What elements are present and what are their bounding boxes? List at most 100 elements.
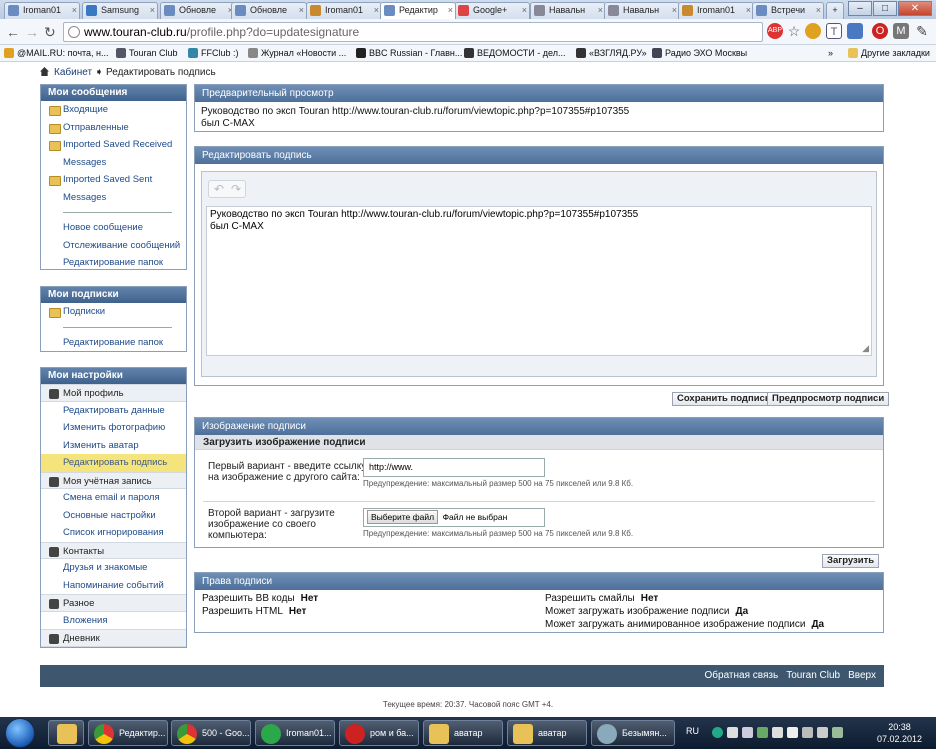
network-icon[interactable] bbox=[772, 727, 783, 738]
browser-tab[interactable]: Обновле× bbox=[231, 2, 307, 19]
browser-tab[interactable]: Обновле× bbox=[160, 2, 236, 19]
taskbar-item[interactable]: ром и ба... bbox=[339, 720, 419, 746]
taskbar-item[interactable]: Безымян... bbox=[591, 720, 675, 746]
taskbar-item[interactable]: 500 - Goo... bbox=[171, 720, 251, 746]
sidebar-item-sent[interactable]: Отправленные bbox=[41, 119, 186, 137]
redo-icon[interactable]: ↷ bbox=[231, 182, 241, 196]
close-icon[interactable]: × bbox=[299, 3, 304, 18]
breadcrumb-link[interactable]: Кабинет bbox=[54, 67, 92, 78]
taskbar-pinned-explorer[interactable] bbox=[48, 720, 84, 746]
close-icon[interactable]: × bbox=[816, 3, 821, 18]
signature-textarea[interactable]: Руководство по эксп Touran http://www.to… bbox=[206, 206, 872, 356]
bookmarks-more-button[interactable]: » bbox=[828, 45, 833, 61]
sidebar-item-imported-sent[interactable]: Imported Saved Sent Messages bbox=[41, 171, 186, 206]
bookmark-item[interactable]: Touran Club bbox=[116, 45, 178, 61]
extension-icon[interactable]: T bbox=[826, 23, 842, 39]
taskbar-item[interactable]: аватар bbox=[507, 720, 587, 746]
bookmark-item[interactable]: ВЕДОМОСТИ - дел... bbox=[464, 45, 565, 61]
new-tab-button[interactable]: + bbox=[826, 2, 844, 19]
browser-tab[interactable]: Google+ × bbox=[454, 2, 530, 19]
browser-tab[interactable]: Навальн × bbox=[604, 2, 680, 19]
sidebar-item-change-avatar[interactable]: Изменить аватар bbox=[41, 437, 186, 455]
close-icon[interactable]: × bbox=[150, 3, 155, 18]
sidebar-item-edit-data[interactable]: Редактировать данные bbox=[41, 402, 186, 420]
sidebar-item-inbox[interactable]: Входящие bbox=[41, 101, 186, 119]
star-icon[interactable]: ☆ bbox=[786, 23, 802, 39]
sidebar-item-imported-received[interactable]: Imported Saved Received Messages bbox=[41, 136, 186, 171]
sidebar-item-edit-folders[interactable]: Редактирование папок bbox=[41, 254, 186, 272]
taskbar-item[interactable]: Редактир... bbox=[88, 720, 168, 746]
close-icon[interactable]: × bbox=[374, 3, 379, 18]
sidebar-item-ignore-list[interactable]: Список игнорирования bbox=[41, 524, 186, 542]
browser-tab[interactable]: Встречи × bbox=[752, 2, 824, 19]
sidebar-item-tracking[interactable]: Отслеживание сообщений bbox=[41, 237, 186, 255]
minimize-icon[interactable]: – bbox=[848, 1, 872, 16]
bookmark-item[interactable]: Радио ЭХО Москвы bbox=[652, 45, 747, 61]
browser-tab[interactable]: Samsung × bbox=[82, 2, 158, 19]
close-icon[interactable]: × bbox=[598, 3, 603, 18]
close-window-icon[interactable]: ✕ bbox=[898, 1, 932, 16]
volume-icon[interactable] bbox=[787, 727, 798, 738]
browser-tab-active[interactable]: Редактир × bbox=[380, 2, 456, 19]
footer-link-feedback[interactable]: Обратная связь bbox=[705, 665, 779, 687]
tray-icon[interactable] bbox=[802, 727, 813, 738]
clock[interactable]: 20:38 07.02.2012 bbox=[877, 721, 922, 745]
undo-icon[interactable]: ↶ bbox=[214, 182, 224, 196]
footer-link-home[interactable]: Touran Club bbox=[786, 665, 840, 687]
language-indicator[interactable]: RU bbox=[686, 726, 699, 736]
extension-icon[interactable] bbox=[805, 23, 821, 39]
sidebar-item-reminders[interactable]: Напоминание событий bbox=[41, 577, 186, 595]
close-icon[interactable]: × bbox=[522, 3, 527, 18]
close-icon[interactable]: × bbox=[746, 3, 751, 18]
browser-tab[interactable]: Iroman01 × bbox=[678, 2, 754, 19]
tray-icon[interactable] bbox=[757, 727, 768, 738]
other-bookmarks-folder[interactable]: Другие закладки bbox=[848, 45, 930, 61]
flag-icon[interactable] bbox=[832, 727, 843, 738]
browser-tab[interactable]: Iroman01 × bbox=[4, 2, 80, 19]
choose-file-button[interactable]: Выберите файл bbox=[367, 510, 439, 524]
bookmark-item[interactable]: @MAIL.RU: почта, н... bbox=[4, 45, 109, 61]
footer-link-top[interactable]: Вверх bbox=[848, 665, 876, 687]
taskbar-item[interactable]: аватар bbox=[423, 720, 503, 746]
bookmark-item[interactable]: FFClub :) bbox=[188, 45, 239, 61]
bookmark-item[interactable]: «ВЗГЛЯД.РУ» bbox=[576, 45, 647, 61]
close-icon[interactable]: × bbox=[448, 3, 453, 18]
upload-button[interactable]: Загрузить bbox=[822, 554, 880, 568]
sidebar-group-diary[interactable]: Дневник bbox=[41, 629, 186, 647]
back-arrow-icon[interactable]: ← bbox=[6, 24, 20, 40]
tray-icon[interactable] bbox=[742, 727, 753, 738]
opera-icon[interactable]: O bbox=[872, 23, 888, 39]
sidebar-item-attachments[interactable]: Вложения bbox=[41, 612, 186, 630]
taskbar-item[interactable]: Iroman01... bbox=[255, 720, 335, 746]
resize-handle-icon[interactable]: ◢ bbox=[862, 343, 869, 355]
maximize-icon[interactable]: □ bbox=[873, 1, 897, 16]
preview-signature-button[interactable]: Предпросмотр подписи bbox=[767, 392, 890, 406]
sidebar-item-general-settings[interactable]: Основные настройки bbox=[41, 507, 186, 525]
bookmark-item[interactable]: Журнал «Новости ... bbox=[248, 45, 346, 61]
wrench-icon[interactable]: ✎ bbox=[914, 23, 930, 39]
forward-arrow-icon[interactable]: → bbox=[25, 24, 39, 40]
browser-tab[interactable]: Навальн × bbox=[530, 2, 606, 19]
adblock-icon[interactable]: ABP bbox=[767, 23, 783, 39]
sidebar-item-change-email[interactable]: Смена email и пароля bbox=[41, 489, 186, 507]
tray-icon[interactable] bbox=[817, 727, 828, 738]
tray-icon[interactable] bbox=[712, 727, 723, 738]
close-icon[interactable]: × bbox=[72, 3, 77, 18]
sidebar-item-edit-folders[interactable]: Редактирование папок bbox=[41, 334, 186, 352]
start-button[interactable] bbox=[5, 718, 35, 748]
image-url-input[interactable]: http://www. bbox=[363, 458, 545, 477]
bookmark-item[interactable]: BBC Russian - Главн... bbox=[356, 45, 462, 61]
sidebar-item-subscriptions[interactable]: Подписки bbox=[41, 303, 186, 321]
address-bar[interactable]: www.touran-club.ru/profile.php?do=update… bbox=[63, 22, 763, 42]
sidebar-item-new-message[interactable]: Новое сообщение bbox=[41, 219, 186, 237]
close-icon[interactable]: × bbox=[672, 3, 677, 18]
sidebar-item-friends[interactable]: Друзья и знакомые bbox=[41, 559, 186, 577]
sidebar-item-change-photo[interactable]: Изменить фотографию bbox=[41, 419, 186, 437]
reload-icon[interactable]: ↻ bbox=[44, 24, 56, 41]
mail-icon[interactable]: M bbox=[893, 23, 909, 39]
extension-icon[interactable] bbox=[847, 23, 863, 39]
file-input[interactable]: Выберите файл Файл не выбран bbox=[363, 508, 545, 527]
save-signature-button[interactable]: Сохранить подпись bbox=[672, 392, 776, 406]
sidebar-item-edit-signature[interactable]: Редактировать подпись bbox=[41, 454, 186, 472]
tray-icon[interactable] bbox=[727, 727, 738, 738]
